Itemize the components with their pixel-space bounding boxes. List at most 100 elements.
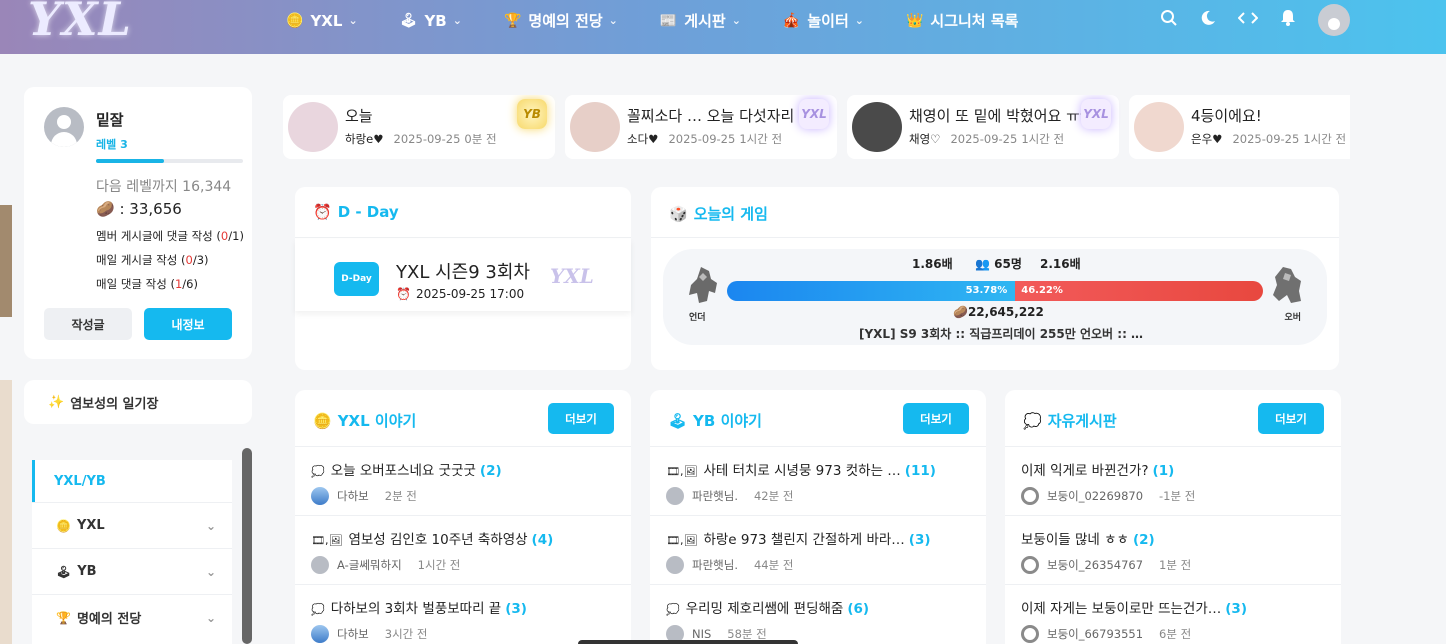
speech-bubble-icon: 💭 — [1023, 412, 1042, 430]
nav-board[interactable]: 📰 게시판 ⌄ — [660, 10, 741, 31]
search-icon[interactable] — [1160, 9, 1178, 32]
post-meta: 파란햇님. 42분 전 — [666, 487, 793, 505]
board-title: 🪙 YXL 이야기 — [313, 412, 417, 430]
main-nav: 🪙 YXL ⌄ 🕹 YB ⌄ 🏆 명예의 전당 ⌄ 📰 게시판 ⌄ 🎪 놀이터 ⌄ 👑 시그니처 목록 — [286, 10, 1060, 31]
potato-icon: 🥔 — [953, 305, 968, 319]
level-progress-fill — [96, 159, 164, 163]
diary-link[interactable]: ✨ 염보성의 일기장 — [24, 380, 252, 424]
avatar — [852, 102, 902, 152]
chevron-down-icon: ⌄ — [205, 610, 216, 625]
avatar — [570, 102, 620, 152]
list-item[interactable]: 🎞,🖼 하랑e 973 챌린지 간절하게 바라… (3) 파란햇님. 44분 전 — [650, 516, 986, 585]
post-title: 보둥이들 많네 ㅎㅎ (2) — [1021, 532, 1155, 548]
board-yb-story: 🕹 YB 이야기 더보기 🎞,🖼 사테 터치로 시녕뭉 973 컷하는 … (11) … — [650, 390, 986, 644]
yb-badge-icon: YB — [517, 99, 547, 129]
post-title: 💭 우리밍 제호리쌤에 편딩해줌 (6) — [666, 601, 870, 617]
list-item[interactable]: 💭 다하보의 3회차 벌풍보따리 끝 (3) 다하보 3시간 전 — [295, 585, 631, 644]
side-menu-head[interactable]: YXL/YB — [32, 460, 232, 502]
task-item: 멤버 게시글에 댓글 작성 (0/1) — [96, 229, 244, 243]
post-meta: A-글쎄뭐하지 1시간 전 — [311, 556, 460, 574]
alarm-clock-icon: ⏰ — [313, 203, 332, 221]
side-menu-scrollbar[interactable] — [242, 448, 252, 644]
nav-signature-list[interactable]: 👑 시그니처 목록 — [906, 10, 1018, 31]
strip-post-card[interactable]: 꼴찌소다 … 오늘 다섯자리 … 소다♥ 2025-09-25 1시간 전 YXL — [565, 95, 837, 159]
list-item[interactable]: 💭 오늘 오버포스네요 굿굿굿 (2) 다하보 2분 전 — [295, 447, 631, 516]
my-info-button[interactable]: 내정보 — [144, 308, 232, 340]
site-logo[interactable]: YXL — [28, 0, 132, 46]
over-label: 오버 — [1284, 313, 1301, 323]
user-avatar-button[interactable] — [1318, 4, 1350, 36]
comment-count: (3) — [505, 601, 527, 617]
chevron-down-icon: ⌄ — [348, 14, 358, 27]
strip-post-card[interactable]: 오늘 하랑e♥ 2025-09-25 0분 전 YB — [283, 95, 555, 159]
film-image-icon: 🎞,🖼 — [666, 534, 698, 547]
dday-title: ⏰ D - Day — [313, 203, 399, 221]
over-figure-icon[interactable] — [1265, 263, 1309, 307]
post-title: 오늘 — [345, 107, 373, 125]
post-title: 이제 자게는 보둥이로만 뜨는건가… (3) — [1021, 601, 1247, 617]
post-meta: 파란햇님. 44분 전 — [666, 556, 793, 574]
nav-label: 명예의 전당 — [528, 12, 603, 30]
avatar — [311, 556, 329, 574]
list-item[interactable]: 이제 자게는 보둥이로만 뜨는건가… (3) 보둥이_66793551 6분 전 — [1005, 585, 1341, 644]
bell-icon[interactable] — [1280, 9, 1296, 31]
code-icon[interactable] — [1237, 10, 1259, 30]
list-item[interactable]: 🎞,🖼 사테 터치로 시녕뭉 973 컷하는 … (11) 파란햇님. 42분 전 — [650, 447, 986, 516]
side-menu-label: 명예의 전당 — [76, 612, 142, 627]
yxl-badge-icon: YXL — [1081, 99, 1111, 129]
side-menu-item-yb[interactable]: 🕹 YB ⌄ — [32, 548, 232, 594]
avatar — [288, 102, 338, 152]
list-item[interactable]: 보둥이들 많네 ㅎㅎ (2) 보둥이_26354767 1분 전 — [1005, 516, 1341, 585]
game-question[interactable]: [YXL] S9 3회차 :: 직급프리데이 255만 언오버 :: … — [859, 325, 1143, 342]
tent-icon: 🎪 — [782, 12, 801, 29]
post-meta: 보둥이_26354767 1분 전 — [1021, 556, 1191, 574]
top-header: YXL 🪙 YXL ⌄ 🕹 YB ⌄ 🏆 명예의 전당 ⌄ 📰 게시판 ⌄ 🎪 놀이터 ⌄ 👑 시그니… — [0, 0, 1446, 54]
more-button[interactable]: 더보기 — [903, 403, 969, 434]
dday-card: ⏰ D - Day D-Day YXL 시즌9 3회차 ⏰ 2025-09-25 1… — [295, 187, 631, 370]
coin-icon: 🪙 — [56, 518, 71, 533]
under-figure-icon[interactable] — [681, 263, 725, 307]
nav-label: 놀이터 — [807, 12, 849, 30]
speech-bubble-icon: 💭 — [311, 465, 325, 478]
coin-icon: 🪙 — [313, 412, 332, 430]
under-label: 언더 — [689, 313, 706, 323]
more-button[interactable]: 더보기 — [1258, 403, 1324, 434]
post-meta: 은우♥ 2025-09-25 1시간 전 — [1191, 132, 1347, 146]
post-meta: 소다♥ 2025-09-25 1시간 전 — [627, 132, 783, 146]
list-item[interactable]: 이제 익게로 바뀐건가? (1) 보둥이_02269870 -1분 전 — [1005, 447, 1341, 516]
nav-yb[interactable]: 🕹 YB ⌄ — [400, 10, 462, 31]
dday-event-date: ⏰ 2025-09-25 17:00 — [396, 287, 525, 301]
avatar — [1021, 556, 1039, 574]
dday-event-name: YXL 시즌9 3회차 — [396, 262, 530, 283]
nav-playground[interactable]: 🎪 놀이터 ⌄ — [783, 10, 864, 31]
horizontal-scrollbar[interactable] — [578, 640, 798, 644]
crown-icon: 👑 — [905, 12, 924, 29]
my-posts-button[interactable]: 작성글 — [44, 308, 132, 340]
dday-event[interactable]: D-Day YXL 시즌9 3회차 ⏰ 2025-09-25 17:00 YXL — [295, 239, 631, 311]
list-item[interactable]: 💭 우리밍 제호리쌤에 편딩해줌 (6) NIS 58분 전 — [650, 585, 986, 644]
yxl-badge-icon: YXL — [799, 99, 829, 129]
list-item[interactable]: 🎞,🖼 염보성 김인호 10주년 축하영상 (4) A-글쎄뭐하지 1시간 전 — [295, 516, 631, 585]
nav-hall-of-fame[interactable]: 🏆 명예의 전당 ⌄ — [504, 10, 618, 31]
post-meta: 다하보 2분 전 — [311, 487, 417, 505]
side-menu-item-yxl[interactable]: 🪙 YXL ⌄ — [32, 502, 232, 548]
side-menu-item-hall[interactable]: 🏆 명예의 전당 ⌄ — [32, 594, 232, 640]
nav-yxl[interactable]: 🪙 YXL ⌄ — [286, 10, 358, 31]
post-title: 🎞,🖼 염보성 김인호 10주년 축하영상 (4) — [311, 532, 554, 548]
potato-icon: 🥔 — [96, 200, 115, 218]
comment-count: (2) — [1132, 532, 1155, 548]
trophy-icon: 🏆 — [503, 12, 522, 29]
more-button[interactable]: 더보기 — [548, 403, 614, 434]
bet-ratio-bar: 53.78% 46.22% — [727, 281, 1263, 301]
strip-post-card[interactable]: 채영이 또 밑에 박혔어요 ㅠㅠㅠ 채영♡ 2025-09-25 1시간 전 YXL — [847, 95, 1119, 159]
strip-post-card[interactable]: 4등이에요! 은우♥ 2025-09-25 1시간 전 — [1129, 95, 1350, 159]
moon-icon[interactable] — [1200, 10, 1216, 31]
nav-label: 시그니처 목록 — [930, 12, 1019, 30]
avatar — [1021, 625, 1039, 643]
chevron-down-icon: ⌄ — [854, 14, 864, 27]
speech-bubble-icon: 💭 — [311, 603, 325, 616]
post-title: 💭 다하보의 3회차 벌풍보따리 끝 (3) — [311, 601, 527, 617]
background-photo-edge — [0, 380, 12, 644]
side-menu-label: YXL — [76, 518, 105, 533]
post-title: 💭 오늘 오버포스네요 굿굿굿 (2) — [311, 463, 502, 479]
